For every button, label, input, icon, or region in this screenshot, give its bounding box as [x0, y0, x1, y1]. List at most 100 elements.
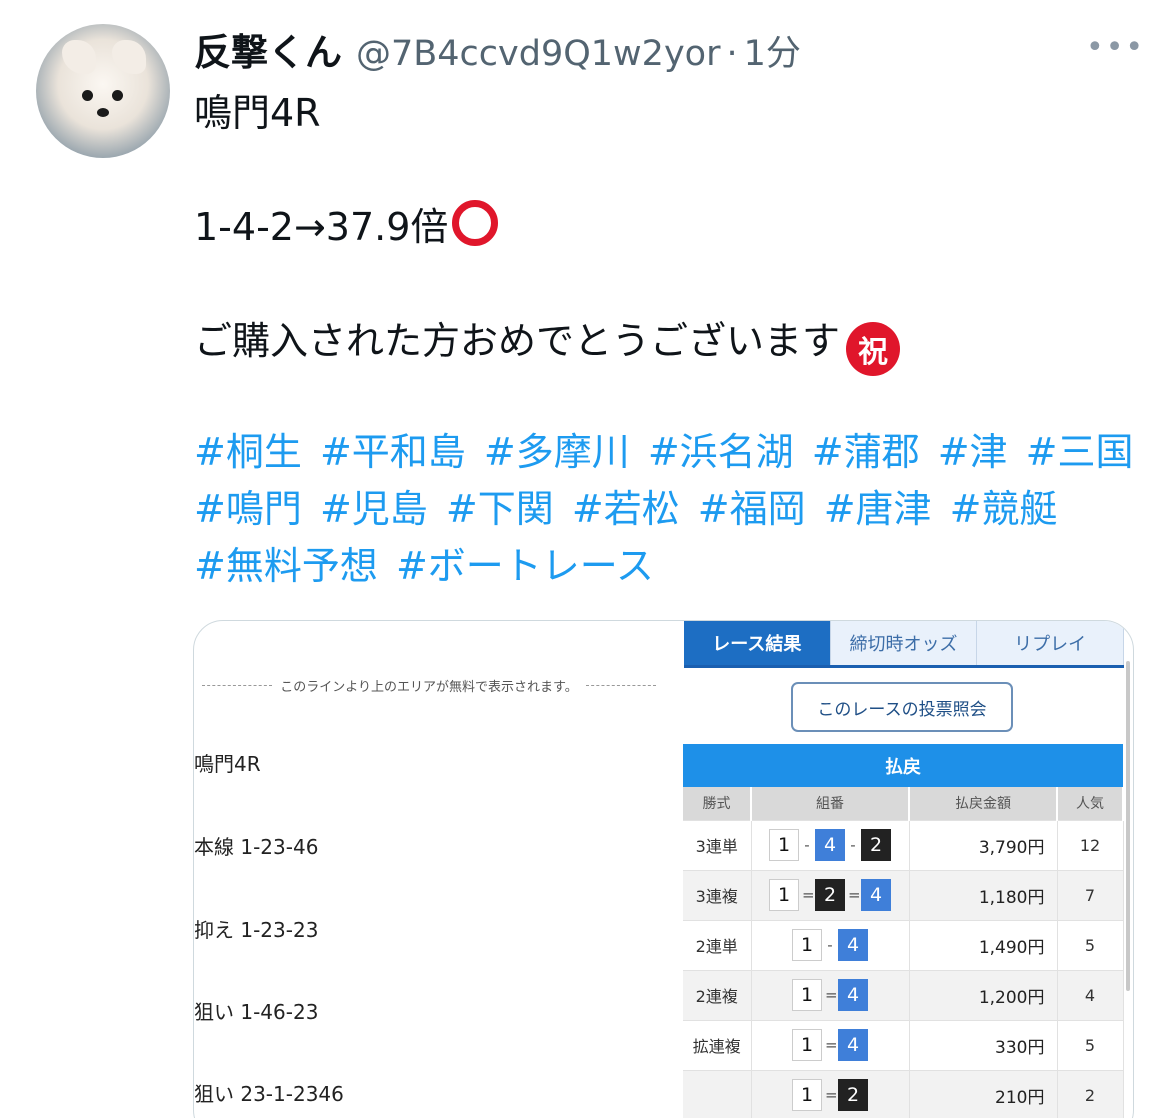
hashtag-link[interactable]: #無料予想	[194, 544, 378, 588]
combo-operator: =	[825, 1086, 838, 1105]
table-row: 1 = 2 210円 2	[683, 1069, 1124, 1118]
tab-replay[interactable]: リプレイ	[977, 621, 1125, 665]
hashtag-link[interactable]: #平和島	[320, 430, 466, 474]
combo-operator: =	[825, 1036, 838, 1054]
bet-type-cell	[683, 1069, 752, 1118]
popularity-cell: 5	[1057, 1019, 1124, 1070]
hashtag-link[interactable]: #桐生	[194, 430, 302, 474]
payout-amount: 330円	[909, 1019, 1058, 1070]
free-area-divider: このラインより上のエリアが無料で表示されます。	[194, 676, 664, 695]
congrats-text: ご購入された方おめでとうございます	[194, 319, 841, 363]
hashtag-link[interactable]: #下関	[446, 487, 554, 531]
prediction-line: 鳴門4R	[194, 752, 261, 776]
boat-number: 2	[861, 829, 891, 861]
tab-race-result[interactable]: レース結果	[684, 621, 831, 665]
tweet-header: 反撃くん @7B4ccvd9Q1w2yor · 1分	[194, 22, 801, 74]
table-row: 3連単 1 - 4 - 2 3,790円 12	[683, 819, 1124, 870]
hashtag-link[interactable]: #ボートレース	[396, 544, 654, 588]
hashtag-link[interactable]: #福岡	[698, 487, 806, 531]
hashtag-link[interactable]: #多摩川	[484, 430, 630, 474]
tweet-time[interactable]: 1分	[744, 25, 801, 76]
boat-number: 4	[838, 1029, 868, 1061]
scrollbar[interactable]	[1126, 661, 1130, 991]
combo-operator: =	[825, 986, 838, 1004]
col-header-combination: 組番	[751, 787, 910, 820]
table-row: 拡連複 1 = 4 330円 5	[683, 1019, 1124, 1070]
hashtag-link[interactable]: #若松	[572, 487, 680, 531]
payout-table: 勝式 組番 払戻金額 人気 3連単 1 - 4 - 2 3,790円 12 3連…	[683, 787, 1124, 1118]
col-header-bet-type: 勝式	[683, 787, 752, 820]
boat-number: 2	[815, 879, 845, 911]
dog-eye-right	[112, 90, 123, 101]
col-header-payout: 払戻金額	[909, 787, 1058, 820]
hashtag-link[interactable]: #浜名湖	[648, 430, 794, 474]
hashtag-link[interactable]: #津	[938, 430, 1008, 474]
prediction-line: 狙い 23-1-2346	[194, 1082, 344, 1106]
boat-number: 1	[792, 979, 822, 1011]
combo-operator: -	[850, 836, 856, 854]
boat-number: 4	[861, 879, 891, 911]
dog-eye-left	[82, 90, 93, 101]
more-options-icon[interactable]: •••	[1086, 30, 1145, 65]
bet-type-cell: 3連複	[683, 869, 752, 920]
popularity-cell: 4	[1057, 969, 1124, 1020]
payout-amount: 1,490円	[909, 919, 1058, 970]
prediction-line: 抑え 1-23-23	[194, 918, 319, 942]
col-header-popularity: 人気	[1057, 787, 1124, 820]
combination-cell: 1 - 4	[751, 919, 910, 970]
payout-amount: 3,790円	[909, 819, 1058, 870]
payout-amount: 210円	[909, 1069, 1058, 1118]
payout-title: 払戻	[683, 744, 1123, 787]
free-area-text: このラインより上のエリアが無料で表示されます。	[280, 680, 578, 695]
dog-ear-left	[62, 40, 96, 74]
bet-type-cell: 2連複	[683, 969, 752, 1020]
bet-type-cell: 3連単	[683, 819, 752, 870]
hashtag-link[interactable]: #蒲郡	[812, 430, 920, 474]
avatar[interactable]	[36, 24, 170, 158]
hashtag-list: #桐生 #平和島 #多摩川 #浜名湖 #蒲郡 #津 #三国 #鳴門 #児島 #下…	[194, 424, 1144, 595]
popularity-cell: 5	[1057, 919, 1124, 970]
tweet-line-race: 鳴門4R	[194, 91, 321, 135]
combo-operator: =	[848, 886, 861, 904]
hashtag-link[interactable]: #競艇	[950, 487, 1058, 531]
combo-operator: -	[827, 936, 833, 954]
combination-cell: 1 = 2	[751, 1069, 910, 1118]
table-row: 2連複 1 = 4 1,200円 4	[683, 969, 1124, 1020]
result-text: 1-4-2→37.9倍	[194, 205, 449, 249]
prediction-line: 本線 1-23-46	[194, 835, 319, 859]
dog-ear-right	[112, 40, 146, 74]
combo-operator: =	[802, 886, 815, 904]
payout-section: 払戻 勝式 組番 払戻金額 人気 3連単 1 - 4 - 2 3,790円 12…	[683, 744, 1124, 1118]
combination-cell: 1 - 4 - 2	[751, 819, 910, 870]
divider-dash-left	[202, 685, 273, 686]
tab-closing-odds[interactable]: 締切時オッズ	[830, 621, 978, 665]
celebration-icon: 祝	[846, 322, 901, 376]
hashtag-link[interactable]: #三国	[1026, 430, 1134, 474]
hashtag-link[interactable]: #鳴門	[194, 487, 302, 531]
payout-amount: 1,200円	[909, 969, 1058, 1020]
hashtag-link[interactable]: #児島	[320, 487, 428, 531]
boat-number: 1	[769, 879, 799, 911]
boat-number: 4	[815, 829, 845, 861]
boat-number: 1	[792, 929, 822, 961]
header-separator: ·	[726, 34, 738, 74]
bet-type-cell: 2連単	[683, 919, 752, 970]
tweet-line-result: 1-4-2→37.9倍	[194, 196, 499, 251]
boat-number: 2	[838, 1079, 868, 1112]
prediction-line: 狙い 1-46-23	[194, 1000, 319, 1024]
combination-cell: 1 = 2 = 4	[751, 869, 910, 920]
payout-amount: 1,180円	[909, 869, 1058, 920]
bet-type-cell: 拡連複	[683, 1019, 752, 1070]
bet-inquiry-button[interactable]: このレースの投票照会	[791, 682, 1013, 732]
dog-nose	[97, 108, 109, 117]
combo-operator: -	[804, 836, 810, 854]
boat-number: 1	[792, 1079, 822, 1112]
user-handle[interactable]: @7B4ccvd9Q1w2yor	[356, 34, 720, 74]
combination-cell: 1 = 4	[751, 1019, 910, 1070]
result-tabs: レース結果 締切時オッズ リプレイ	[684, 621, 1125, 668]
popularity-cell: 12	[1057, 819, 1124, 870]
attached-image-card[interactable]: このラインより上のエリアが無料で表示されます。 鳴門4R 本線 1-23-46 …	[193, 620, 1134, 1118]
hashtag-link[interactable]: #唐津	[824, 487, 932, 531]
display-name[interactable]: 反撃くん	[194, 22, 342, 76]
table-row: 2連単 1 - 4 1,490円 5	[683, 919, 1124, 970]
